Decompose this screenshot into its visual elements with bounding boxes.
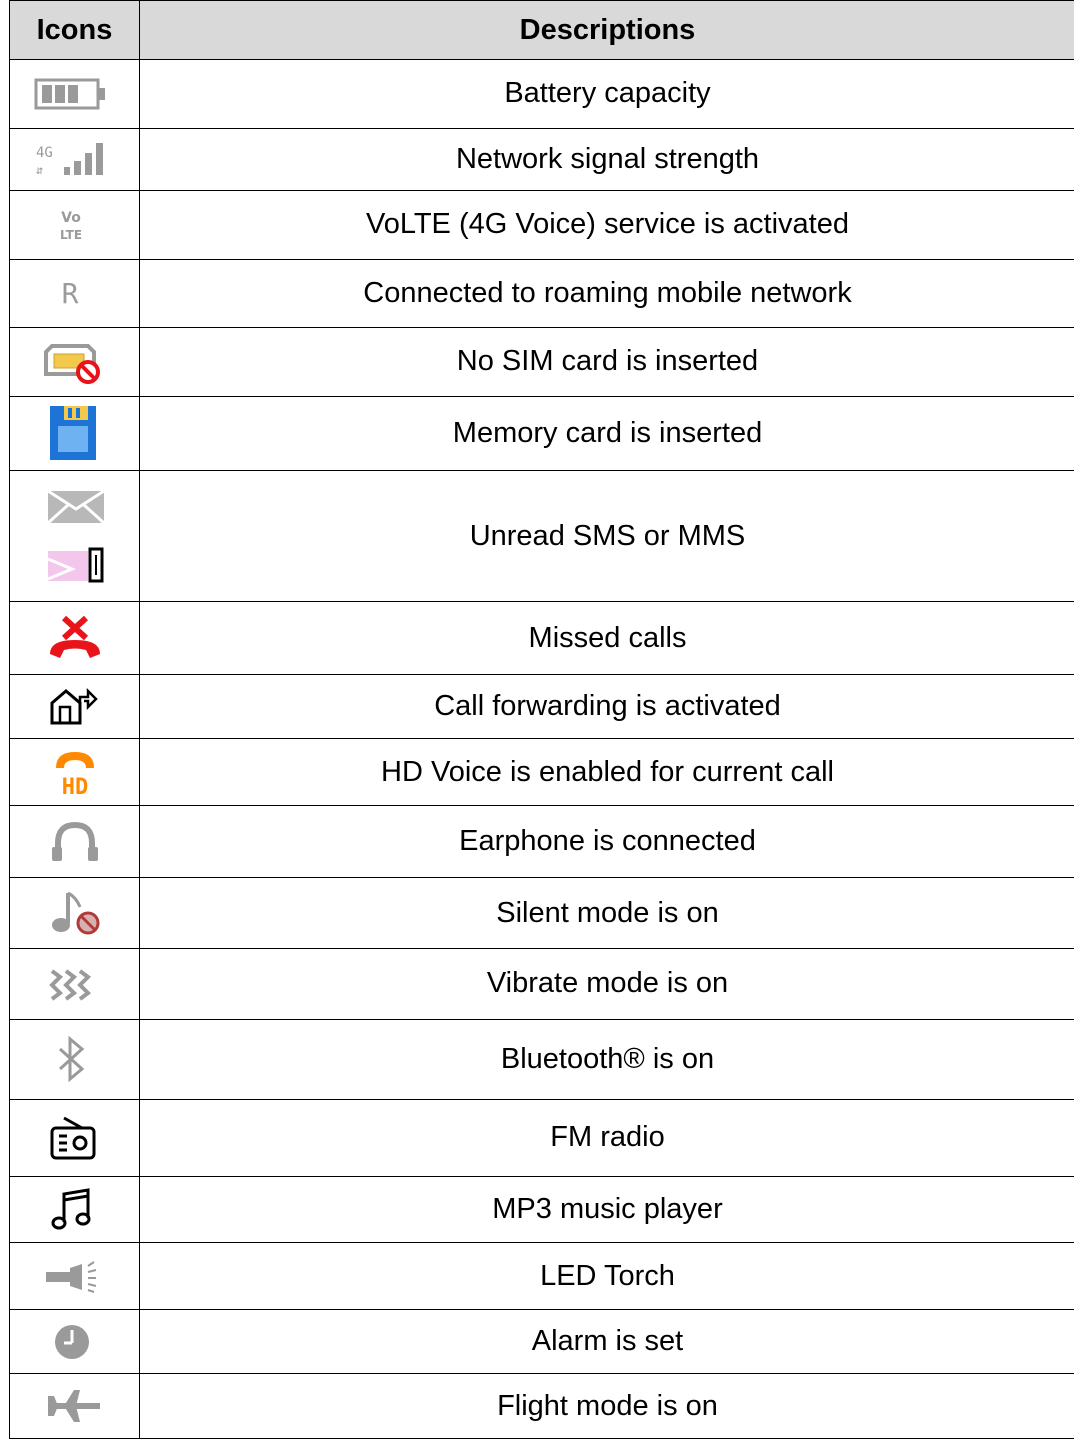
header-row: Icons Descriptions [9, 0, 1074, 60]
roaming-icon: R [58, 277, 82, 309]
table-row: 4G ⇵ Network signal strength [9, 127, 1074, 192]
description-cell: HD Voice is enabled for current call [139, 738, 1074, 806]
description-cell: Flight mode is on [139, 1373, 1074, 1439]
description-cell: Unread SMS or MMS [139, 470, 1074, 603]
icon-description-table: Icons Descriptions Battery capacity 4G ⇵… [9, 0, 1074, 1439]
volte-icon: Vo LTE [54, 207, 88, 243]
description-cell: No SIM card is inserted [139, 327, 1074, 397]
table-row: MP3 music player [9, 1175, 1074, 1244]
no-sim-icon [42, 340, 102, 384]
music-player-icon [50, 1187, 94, 1232]
description-cell: Silent mode is on [139, 877, 1074, 949]
memory-card-icon [48, 404, 98, 462]
table-row: LED Torch [9, 1242, 1074, 1310]
description-cell: Vibrate mode is on [139, 947, 1074, 1020]
description-cell: Call forwarding is activated [139, 673, 1074, 740]
description-cell: Earphone is connected [139, 804, 1074, 879]
hd-label: HD [62, 775, 89, 796]
signal-network-label: 4G [36, 145, 53, 161]
vibrate-icon [48, 965, 98, 1003]
battery-icon [34, 78, 108, 110]
sms-envelope-icon [46, 489, 139, 525]
table-row: Bluetooth® is on [9, 1018, 1074, 1101]
description-cell: Network signal strength [139, 127, 1074, 192]
table-row: Silent mode is on [9, 877, 1074, 949]
torch-icon [42, 1258, 102, 1294]
fm-radio-icon [48, 1114, 98, 1162]
volte-top-label: Vo [61, 210, 81, 226]
description-cell: VoLTE (4G Voice) service is activated [139, 190, 1074, 260]
volte-bottom-label: LTE [60, 228, 82, 242]
table-row: Vo LTE VoLTE (4G Voice) service is activ… [9, 190, 1074, 260]
earphone-icon [50, 821, 100, 863]
table-row: HD HD Voice is enabled for current call [9, 738, 1074, 806]
description-cell: FM radio [139, 1099, 1074, 1177]
table-row: Vibrate mode is on [9, 947, 1074, 1020]
description-cell: Alarm is set [139, 1308, 1074, 1375]
description-cell: Memory card is inserted [139, 395, 1074, 472]
table-row: Flight mode is on [9, 1373, 1074, 1439]
silent-mode-icon [46, 889, 104, 937]
flight-mode-icon [44, 1388, 104, 1424]
table-row: No SIM card is inserted [9, 327, 1074, 397]
call-forwarding-icon [48, 687, 98, 727]
icons-column-header: Icons [9, 0, 140, 60]
description-cell: Connected to roaming mobile network [139, 258, 1074, 329]
descriptions-column-header: Descriptions [139, 0, 1074, 60]
table-row: Earphone is connected [9, 804, 1074, 879]
table-row: Unread SMS or MMS [9, 470, 1074, 603]
bluetooth-icon [54, 1035, 90, 1083]
table-row: Battery capacity [9, 59, 1074, 129]
svg-text:⇵: ⇵ [36, 163, 44, 177]
description-cell: MP3 music player [139, 1175, 1074, 1244]
table-row: Alarm is set [9, 1308, 1074, 1375]
table-row: Call forwarding is activated [9, 673, 1074, 740]
table-row: Missed calls [9, 601, 1074, 675]
description-cell: LED Torch [139, 1242, 1074, 1310]
missed-call-icon [46, 614, 104, 662]
table-row: FM radio [9, 1099, 1074, 1177]
description-cell: Missed calls [139, 601, 1074, 675]
alarm-icon [52, 1322, 92, 1362]
hd-voice-icon: HD [50, 748, 100, 796]
table-row: Memory card is inserted [9, 395, 1074, 472]
roaming-label: R [62, 277, 79, 309]
table-row: R Connected to roaming mobile network [9, 258, 1074, 329]
signal-strength-icon: 4G ⇵ [34, 141, 110, 177]
mms-envelope-icon [46, 547, 139, 583]
description-cell: Bluetooth® is on [139, 1018, 1074, 1101]
description-cell: Battery capacity [139, 59, 1074, 129]
